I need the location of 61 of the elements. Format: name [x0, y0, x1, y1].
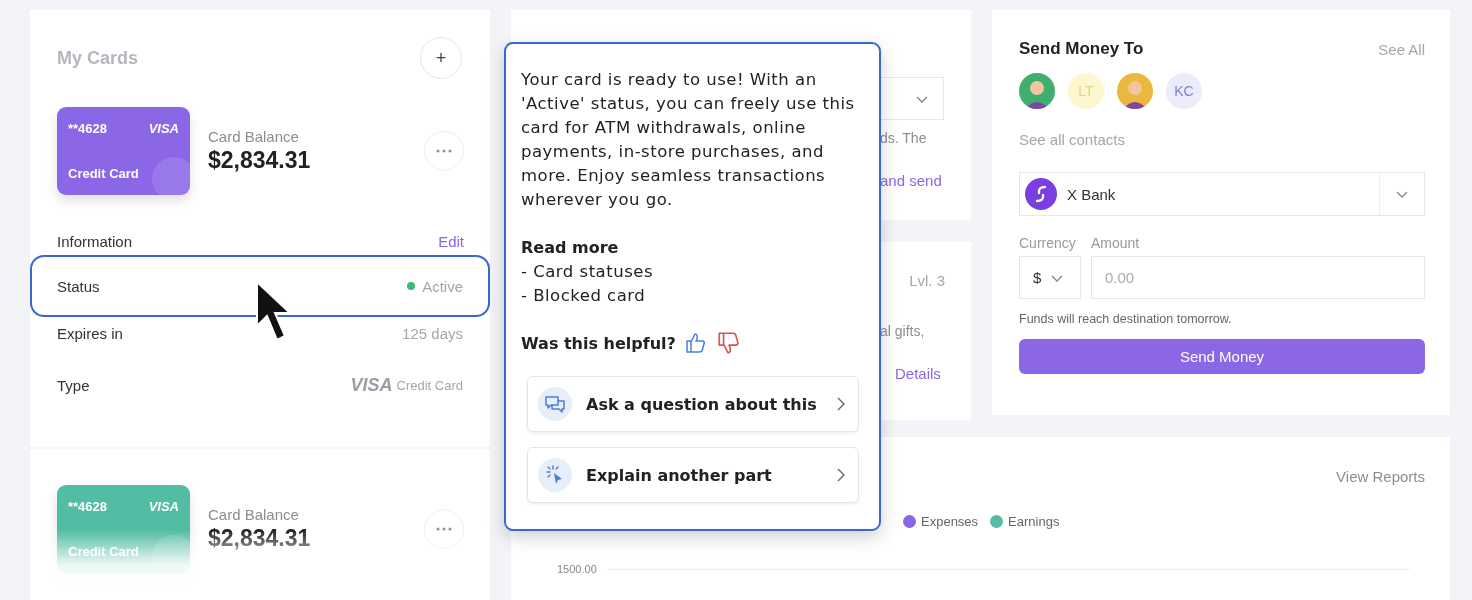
contact-avatar[interactable]	[1019, 73, 1055, 109]
info-label: Status	[57, 277, 100, 295]
hint-text: Funds will reach destination tomorrow.	[1019, 312, 1233, 326]
ask-question-button[interactable]: Ask a question about this	[527, 376, 859, 432]
amount-field[interactable]: 0.00	[1091, 256, 1425, 299]
card-label: Credit Card	[68, 166, 140, 181]
legend-label: Expenses	[921, 514, 979, 529]
credit-card[interactable]: **4628 VISA Credit Card	[57, 107, 190, 195]
see-all-contacts-link[interactable]: See all contacts	[1019, 131, 1425, 148]
card-number: **4628	[68, 499, 108, 514]
help-link[interactable]: - Card statuses	[521, 260, 867, 284]
card-brand: VISA	[350, 374, 393, 396]
legend-label: Earnings	[1008, 514, 1060, 529]
info-label: Expires in	[57, 324, 123, 342]
credit-card[interactable]: **4628 VISA Credit Card	[57, 485, 190, 573]
description-text: al gifts,	[880, 323, 926, 339]
panel-title: My Cards	[57, 47, 139, 69]
section-title: Information	[57, 233, 133, 250]
card-network: VISA	[148, 121, 179, 136]
chat-bubbles-icon	[544, 394, 566, 414]
explain-part-button[interactable]: Explain another part	[527, 447, 859, 503]
card-network: VISA	[148, 499, 179, 514]
status-value: Active	[422, 277, 463, 295]
balance-amount: $2,834.31	[208, 147, 312, 174]
circle-decoration	[152, 157, 190, 195]
details-link[interactable]: Details	[895, 365, 945, 382]
card-number: **4628	[68, 121, 108, 136]
axis-tick-label: 1500.00	[557, 563, 597, 575]
read-more-title: Read more	[521, 237, 620, 259]
thumbs-down-icon[interactable]	[715, 330, 742, 356]
thumbs-up-icon[interactable]	[683, 331, 708, 355]
balance-label: Card Balance	[208, 506, 300, 523]
info-label: Type	[57, 376, 90, 394]
see-all-link[interactable]: See All	[1378, 40, 1425, 58]
send-money-button[interactable]: Send Money	[1019, 339, 1425, 374]
balance-label: Card Balance	[208, 128, 300, 145]
panel-title: Send Money To	[1019, 39, 1144, 59]
help-link[interactable]: - Blocked card	[521, 284, 867, 308]
level-label: Lvl. 3	[909, 272, 945, 289]
add-card-button[interactable]: +	[420, 37, 462, 79]
contact-avatar[interactable]	[1117, 73, 1153, 109]
chevron-right-icon	[836, 397, 846, 411]
field-label: Currency	[1019, 235, 1077, 251]
edit-link[interactable]: Edit	[438, 233, 464, 250]
contact-avatar[interactable]: KC	[1166, 73, 1202, 109]
card-label: Credit Card	[68, 544, 140, 559]
field-label: Amount	[1091, 235, 1140, 251]
more-icon	[436, 527, 452, 531]
chevron-right-icon	[836, 468, 846, 482]
currency-select[interactable]: $	[1019, 256, 1081, 299]
link[interactable]: and send	[880, 172, 945, 189]
feedback-question: Was this helpful?	[521, 333, 676, 353]
balance-amount: $2,834.31	[208, 525, 312, 552]
bank-logo-icon	[1025, 178, 1057, 210]
view-reports-link[interactable]: View Reports	[1336, 468, 1425, 485]
info-value: 125 days	[402, 324, 463, 342]
help-text: Your card is ready to use! With an 'Active' status, you can freely use this card for ATM withdrawals, online payments, in-store purchases, and more. Enjoy seamless transactions wherever you go.	[521, 69, 856, 211]
bank-select[interactable]: X Bank	[1019, 172, 1425, 216]
info-value: Credit Card	[396, 377, 463, 393]
more-icon	[436, 149, 452, 153]
description-text: ds. The	[880, 130, 928, 146]
